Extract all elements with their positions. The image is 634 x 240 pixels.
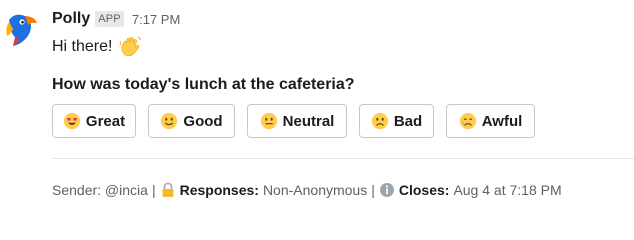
- crying-face-emoji-icon: [459, 112, 476, 130]
- good-button[interactable]: Good: [148, 104, 235, 138]
- timestamp[interactable]: 7:17 PM: [132, 12, 180, 27]
- neutral-face-emoji-icon: [260, 112, 277, 130]
- slightly-frowning-emoji-icon: [371, 112, 388, 130]
- responses-label: Responses:: [179, 182, 259, 198]
- awful-button[interactable]: Awful: [446, 104, 535, 138]
- divider: [52, 158, 634, 159]
- polly-avatar[interactable]: [1, 10, 39, 48]
- closes-value: Aug 4 at 7:18 PM: [453, 182, 562, 198]
- question-text: How was today's lunch at the cafeteria?: [52, 76, 355, 93]
- great-label: Great: [85, 112, 126, 130]
- bad-button[interactable]: Bad: [359, 104, 434, 138]
- heart-eyes-emoji-icon: [63, 112, 81, 130]
- great-button[interactable]: Great: [52, 104, 136, 138]
- greeting-text: Hi there!: [52, 38, 113, 55]
- neutral-label: Neutral: [282, 112, 335, 130]
- closes-label: Closes:: [398, 182, 450, 198]
- message: Polly APP 7:17 PM Hi there! How was toda…: [0, 0, 634, 215]
- good-label: Good: [183, 112, 223, 130]
- sender-name[interactable]: Polly: [52, 10, 90, 28]
- bad-label: Bad: [393, 112, 423, 130]
- lock-icon: [162, 182, 174, 197]
- neutral-button[interactable]: Neutral: [247, 104, 347, 138]
- sender-text: Sender: @incia: [52, 182, 148, 198]
- message-content: Polly APP 7:17 PM Hi there! How was toda…: [52, 8, 634, 96]
- awful-label: Awful: [481, 112, 523, 130]
- response-buttons: Great Good Neutral Bad Awful: [52, 104, 547, 138]
- separator: |: [151, 182, 156, 198]
- app-badge: APP: [95, 11, 124, 27]
- poll-context: Sender: @incia | Responses: Non-Anonymou…: [52, 182, 562, 198]
- waving-hand-icon: [120, 36, 142, 56]
- separator: |: [371, 182, 375, 198]
- greeting-line: Hi there!: [52, 34, 634, 60]
- slightly-smiling-emoji-icon: [161, 112, 178, 130]
- responses-value: Non-Anonymous: [262, 182, 368, 198]
- message-header: Polly APP 7:17 PM: [52, 8, 634, 30]
- info-icon: [379, 183, 394, 197]
